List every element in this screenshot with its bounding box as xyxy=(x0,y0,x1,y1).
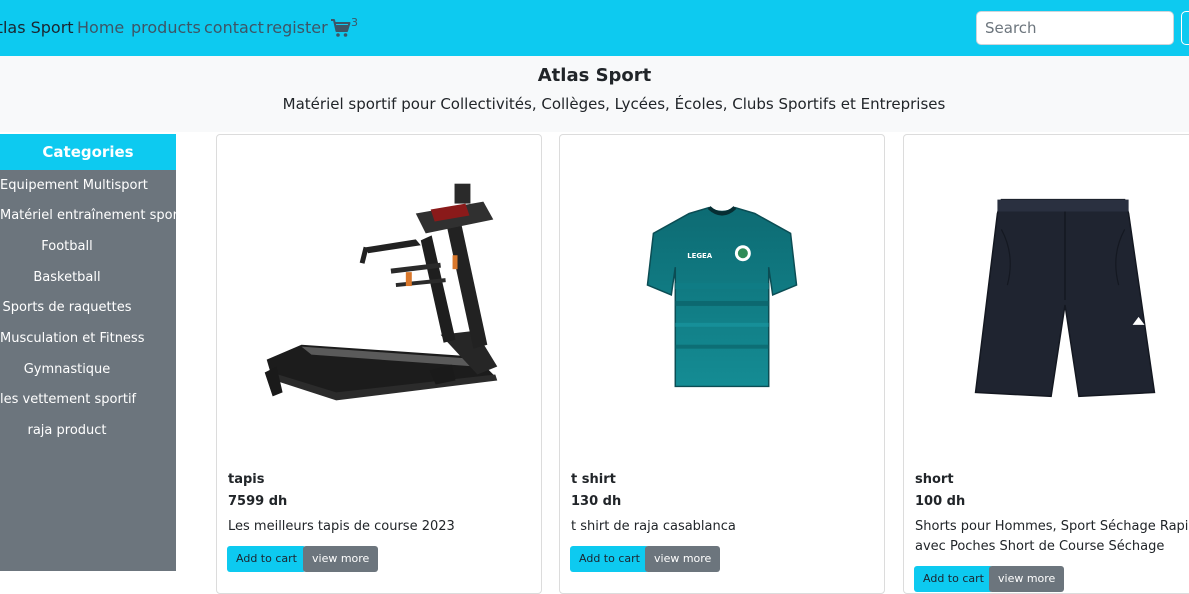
product-card: tapis 7599 dh Les meilleurs tapis de cou… xyxy=(216,134,542,594)
product-card: LEGEA t shirt 130 dh t shirt de raja cas… xyxy=(559,134,885,594)
categories-heading: Categories xyxy=(0,134,176,170)
page-subtitle: Matériel sportif pour Collectivités, Col… xyxy=(282,95,946,113)
product-name: short xyxy=(915,472,954,487)
site-header: Atlas Sport Matériel sportif pour Collec… xyxy=(0,56,1189,132)
view-more-button[interactable]: view more xyxy=(645,546,721,572)
product-description: t shirt de raja casablanca xyxy=(571,519,736,534)
add-to-cart-button[interactable]: Add to cart xyxy=(570,546,649,572)
product-price: 100 dh xyxy=(915,494,966,509)
category-item[interactable]: les vettement sportif xyxy=(0,392,136,407)
brand-link[interactable]: Atlas Sport xyxy=(0,0,74,56)
category-item[interactable]: raja product xyxy=(0,423,134,438)
product-card: short 100 dh Shorts pour Hommes, Sport S… xyxy=(903,134,1189,594)
shorts-image xyxy=(974,198,1156,398)
product-description: Shorts pour Hommes, Sport Séchage Rapide… xyxy=(915,519,1189,554)
nav-home[interactable]: Home xyxy=(77,0,124,56)
add-to-cart-button[interactable]: Add to cart xyxy=(914,566,993,592)
search-input[interactable] xyxy=(976,11,1174,45)
category-item[interactable]: Musculation et Fitness xyxy=(0,331,144,346)
shopping-cart-icon[interactable] xyxy=(330,18,352,38)
category-item[interactable]: Gymnastique xyxy=(0,362,134,377)
category-item[interactable]: Football xyxy=(0,239,134,254)
product-name: tapis xyxy=(228,472,265,487)
add-to-cart-button[interactable]: Add to cart xyxy=(227,546,306,572)
page-title: Atlas Sport xyxy=(537,65,652,86)
treadmill-image xyxy=(264,183,498,401)
product-name: t shirt xyxy=(571,472,616,487)
category-item[interactable]: Matériel entraînement sportif xyxy=(0,208,191,223)
category-item[interactable]: Equipement Multisport xyxy=(0,178,148,193)
category-item[interactable]: Sports de raquettes xyxy=(0,300,134,315)
cart-count-badge: 3 xyxy=(351,16,358,29)
product-description: Les meilleurs tapis de course 2023 xyxy=(228,519,455,534)
jersey-image: LEGEA xyxy=(646,206,798,388)
nav-contact[interactable]: contact xyxy=(204,0,264,56)
view-more-button[interactable]: view more xyxy=(989,566,1065,592)
categories-sidebar: Categories Equipement Multisport Matérie… xyxy=(0,134,191,571)
product-price: 7599 dh xyxy=(228,494,288,509)
jersey-brand-text: LEGEA xyxy=(687,252,713,260)
search-button[interactable] xyxy=(1181,11,1189,45)
view-more-button[interactable]: view more xyxy=(303,546,379,572)
nav-products[interactable]: products xyxy=(131,0,201,56)
nav-register[interactable]: register xyxy=(266,0,328,56)
product-price: 130 dh xyxy=(571,494,622,509)
top-navbar: Atlas Sport Home products contact regist… xyxy=(0,0,1189,56)
category-item[interactable]: Basketball xyxy=(0,270,134,285)
